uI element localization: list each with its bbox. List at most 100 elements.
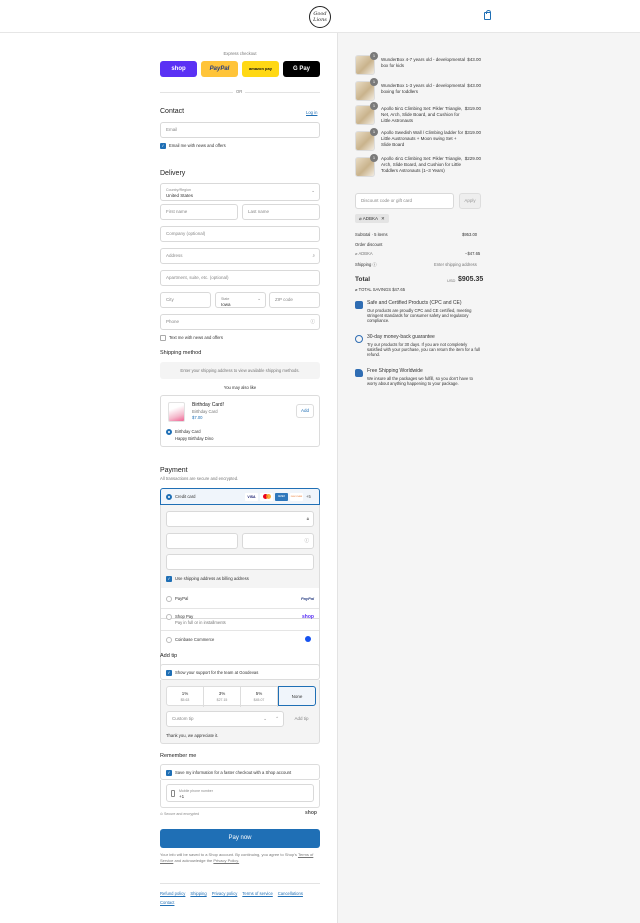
- zip-field[interactable]: ZIP code: [269, 292, 320, 308]
- badge-text: Our products are proudly CPC and CE cert…: [367, 308, 472, 323]
- country-select[interactable]: Country/Region United States ⌄: [160, 183, 320, 201]
- credit-card-option[interactable]: Credit card VISA AMEX DISCOVER +5: [160, 488, 320, 505]
- shop-pay-button[interactable]: shop: [160, 61, 197, 77]
- custom-tip-field[interactable]: Custom tip ⌄ ⌃: [166, 711, 284, 727]
- first-name-field[interactable]: First name: [160, 204, 238, 220]
- add-tip-button[interactable]: Add tip: [288, 711, 315, 727]
- paypal-button[interactable]: PayPal: [201, 61, 238, 77]
- radio-icon[interactable]: [166, 637, 172, 643]
- expiry-field[interactable]: [166, 533, 238, 549]
- login-link[interactable]: Log in: [306, 110, 317, 115]
- product-title: Apollo 5in1 Climbing Set: Pikler Triangl…: [381, 106, 463, 123]
- tip-option[interactable]: 5% $45.07: [241, 687, 278, 707]
- privacy-policy-link[interactable]: Privacy policy: [212, 891, 238, 896]
- tip-option[interactable]: 3% $27.15: [204, 687, 241, 707]
- checkbox-icon[interactable]: [160, 335, 166, 341]
- upsell-option[interactable]: Birthday Card: [166, 429, 201, 435]
- express-checkout-label: Express checkout: [223, 51, 257, 56]
- footer-links: Refund policy Shipping Privacy policy Terms…: [160, 889, 320, 907]
- cancellations-link[interactable]: Cancellations: [278, 891, 303, 896]
- coinbase-option[interactable]: Coinbase Commerce: [166, 637, 214, 643]
- shopping-bag-icon[interactable]: [484, 10, 491, 20]
- radio-selected-icon[interactable]: [166, 494, 172, 500]
- city-field[interactable]: City: [160, 292, 211, 308]
- remove-icon[interactable]: ✕: [381, 216, 385, 221]
- discount-input[interactable]: Discount code or gift card: [355, 193, 454, 209]
- shop-pay-label: Shop Pay: [175, 614, 194, 620]
- mastercard-icon: [260, 493, 273, 501]
- applied-code: ADBKA: [362, 216, 378, 221]
- shipping-link[interactable]: Shipping: [190, 891, 206, 896]
- google-pay-button[interactable]: G Pay: [283, 61, 320, 77]
- apartment-field[interactable]: Apartment, suite, etc. (optional): [160, 270, 320, 286]
- chevron-up-icon[interactable]: ⌃: [275, 712, 279, 726]
- phone-field[interactable]: Phone ⓘ: [160, 314, 320, 330]
- mobile-phone-value: +1: [179, 794, 185, 799]
- paypal-option[interactable]: PayPal: [166, 596, 188, 602]
- discount-code: ADBKA: [358, 251, 373, 256]
- logo-text: Good Lions: [313, 11, 327, 23]
- checkbox-checked-icon[interactable]: ✓: [160, 143, 166, 149]
- radio-icon[interactable]: [166, 596, 172, 602]
- savings-row: ⌀ TOTAL SAVINGS $47.65: [355, 287, 405, 292]
- lock-icon: 🔒︎: [306, 516, 309, 521]
- legal-text: Your info will be saved to a Shop accoun…: [160, 852, 320, 863]
- upsell-product-subtitle: Birthday Card: [192, 409, 218, 414]
- tip-option-none[interactable]: None: [278, 686, 316, 706]
- product-title: Apollo 4in1 Climbing Set: Pikler Triangl…: [381, 156, 463, 173]
- amex-icon: AMEX: [275, 493, 288, 501]
- name-on-card-field[interactable]: [166, 554, 314, 570]
- email-field[interactable]: Email: [160, 122, 320, 138]
- apply-button[interactable]: Apply: [459, 193, 481, 209]
- text-me-row[interactable]: Text me with news and offers: [160, 335, 223, 341]
- currency: USD: [447, 278, 456, 283]
- checkbox-checked-icon[interactable]: ✓: [166, 670, 172, 676]
- remember-me-heading: Remember me: [160, 753, 197, 759]
- shipping-method-heading: Shipping method: [160, 350, 202, 356]
- refund-policy-link[interactable]: Refund policy: [160, 891, 185, 896]
- last-name-field[interactable]: Last name: [242, 204, 320, 220]
- savings-label: TOTAL SAVINGS: [358, 287, 392, 292]
- checkout-form: Express checkout shop PayPal amazon pay …: [160, 33, 320, 923]
- remember-panel: Mobile phone number +1: [160, 780, 320, 808]
- tip-support-label: Show your support for the team at Goodev…: [175, 670, 259, 676]
- help-icon[interactable]: ⓘ: [311, 315, 316, 329]
- checkbox-checked-icon[interactable]: ✓: [166, 770, 172, 776]
- card-number-field[interactable]: 🔒︎: [166, 511, 314, 527]
- info-icon[interactable]: ⓘ: [372, 262, 376, 267]
- mobile-phone-field[interactable]: Mobile phone number +1: [166, 784, 314, 802]
- chevron-down-icon: ⌄: [257, 296, 261, 301]
- company-field[interactable]: Company (optional): [160, 226, 320, 242]
- shipping-value: Enter shipping address: [434, 262, 477, 267]
- state-select[interactable]: State Iowa ⌄: [215, 292, 266, 308]
- billing-same-row[interactable]: ✓ Use shipping address as billing address: [166, 576, 249, 582]
- terms-of-service-link[interactable]: Terms of service: [242, 891, 272, 896]
- chevron-down-icon[interactable]: ⌄: [263, 712, 267, 726]
- discover-icon: DISCOVER: [290, 493, 303, 501]
- privacy-link[interactable]: Privacy Policy.: [213, 858, 239, 863]
- contact-link[interactable]: Contact: [160, 900, 174, 905]
- product-thumbnail: 1: [355, 78, 378, 101]
- tip-toggle-row[interactable]: ✓ Show your support for the team at Goode…: [160, 664, 320, 680]
- security-code-field[interactable]: ⓘ: [242, 533, 314, 549]
- product-thumbnail: 1: [355, 154, 378, 177]
- tip-amount: $5.63: [180, 698, 190, 702]
- add-upsell-button[interactable]: Add: [296, 404, 314, 418]
- remember-toggle-row[interactable]: ✓ Save my information for a faster checko…: [160, 764, 320, 780]
- store-logo[interactable]: Good Lions: [309, 6, 331, 28]
- product-price: $319.00: [464, 106, 481, 111]
- tip-thanks: Thank you, we appreciate it.: [166, 733, 219, 738]
- amazon-pay-button[interactable]: amazon pay: [242, 61, 279, 77]
- news-checkbox-row[interactable]: ✓ Email me with news and offers: [160, 143, 226, 149]
- tip-amount: $27.15: [216, 698, 228, 702]
- help-icon[interactable]: ⓘ: [305, 534, 310, 548]
- tip-option[interactable]: 1% $5.63: [167, 687, 204, 707]
- pay-now-button[interactable]: Pay now: [160, 829, 320, 848]
- address-field[interactable]: Address ⌕: [160, 248, 320, 264]
- checkbox-checked-icon[interactable]: ✓: [166, 576, 172, 582]
- tip-options: 1% $5.63 3% $27.15 5% $45.07 None: [166, 686, 316, 707]
- radio-icon[interactable]: [166, 614, 172, 620]
- radio-selected-icon[interactable]: [166, 429, 172, 435]
- or-divider-label: OR: [233, 89, 246, 94]
- header: Good Lions: [0, 0, 640, 33]
